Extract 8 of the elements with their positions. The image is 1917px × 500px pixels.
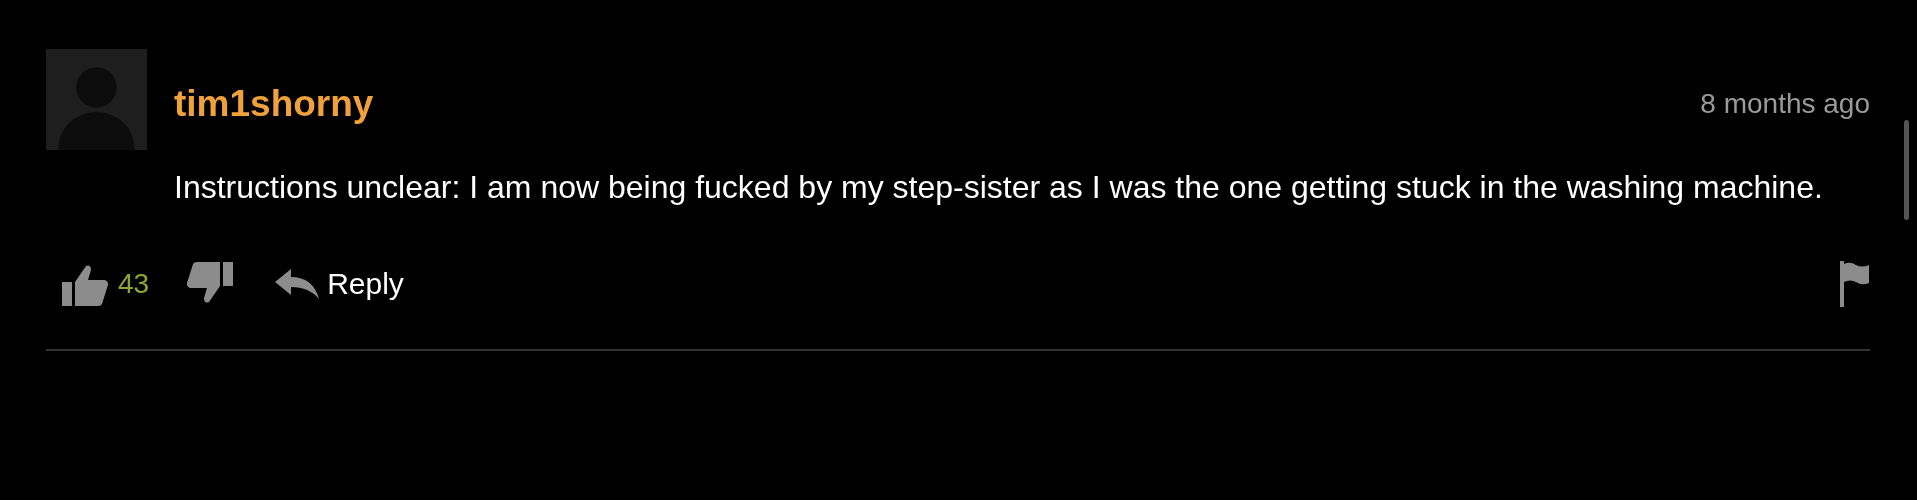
username[interactable]: tim1shorny <box>174 83 374 125</box>
timestamp: 8 months ago <box>1700 88 1870 120</box>
flag-icon[interactable] <box>1838 261 1870 307</box>
scrollbar[interactable] <box>1904 120 1909 220</box>
reply-button[interactable]: Reply <box>275 267 404 301</box>
reply-arrow-icon <box>275 269 320 299</box>
like-count: 43 <box>118 268 150 300</box>
comment-text: Instructions unclear: I am now being fucked by my step-sister as I was the one getting stuck in the washing machine. <box>174 168 1824 207</box>
